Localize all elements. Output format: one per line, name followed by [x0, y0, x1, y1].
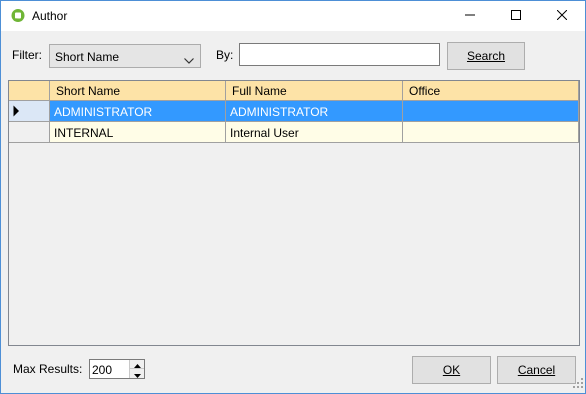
search-button[interactable]: Search — [447, 42, 525, 70]
cell-short-name[interactable]: INTERNAL — [50, 122, 226, 143]
window-title: Author — [32, 9, 68, 23]
filter-dropdown[interactable]: Short Name — [49, 44, 201, 68]
minimize-icon — [465, 9, 475, 23]
title-bar[interactable]: Author — [1, 1, 585, 31]
author-grid[interactable]: Short Name Full Name Office ADMINISTRATO… — [8, 80, 580, 346]
close-icon — [556, 9, 568, 23]
filter-dropdown-value: Short Name — [55, 50, 120, 64]
max-results-stepper[interactable]: 200 — [89, 359, 145, 379]
minimize-button[interactable] — [447, 1, 493, 31]
maximize-icon — [511, 9, 521, 23]
author-dialog: Author Filter: Short Name By: Search Sho… — [0, 0, 586, 394]
table-row[interactable]: ADMINISTRATOR ADMINISTRATOR — [9, 101, 579, 122]
column-header-full-name[interactable]: Full Name — [226, 81, 403, 101]
max-results-label: Max Results: — [13, 362, 83, 376]
stepper-down-button[interactable] — [130, 369, 144, 378]
row-selector[interactable] — [9, 101, 50, 122]
resize-grip-icon[interactable] — [573, 377, 583, 391]
filter-label: Filter: — [12, 48, 42, 62]
column-header-office[interactable]: Office — [403, 81, 579, 101]
close-button[interactable] — [539, 1, 585, 31]
stepper-buttons — [129, 360, 144, 378]
current-row-arrow-icon — [13, 105, 20, 120]
cell-full-name[interactable]: Internal User — [226, 122, 403, 143]
by-label: By: — [216, 48, 234, 62]
app-icon — [10, 8, 26, 24]
chevron-down-icon — [184, 53, 194, 67]
cancel-button-label: Cancel — [517, 363, 556, 377]
caret-down-icon — [133, 367, 141, 381]
maximize-button[interactable] — [493, 1, 539, 31]
cell-full-name[interactable]: ADMINISTRATOR — [226, 101, 403, 122]
max-results-value[interactable]: 200 — [92, 363, 112, 377]
cell-office[interactable] — [403, 101, 579, 122]
grid-header: Short Name Full Name Office — [9, 81, 579, 101]
table-row[interactable]: INTERNAL Internal User — [9, 122, 579, 143]
column-header-short-name[interactable]: Short Name — [50, 81, 226, 101]
search-button-label: Search — [466, 49, 506, 63]
search-input[interactable] — [239, 43, 440, 66]
ok-button-label: OK — [442, 363, 461, 377]
cell-short-name[interactable]: ADMINISTRATOR — [50, 101, 226, 122]
row-header-corner — [9, 81, 50, 101]
cell-office[interactable] — [403, 122, 579, 143]
ok-button[interactable]: OK — [412, 356, 491, 384]
cancel-button[interactable]: Cancel — [497, 356, 576, 384]
row-selector[interactable] — [9, 122, 50, 143]
